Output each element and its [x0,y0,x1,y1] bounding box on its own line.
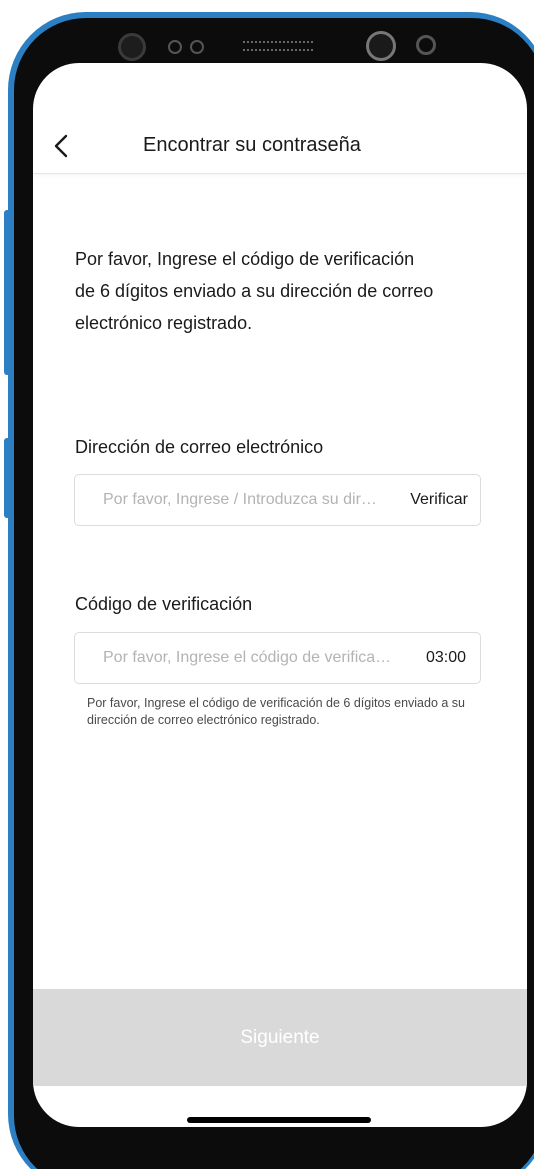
page-title: Encontrar su contraseña [143,134,361,156]
sensor-icon [190,40,204,54]
verification-code-field[interactable]: Por favor, Ingrese el código de verifica… [74,632,481,684]
camera-lens-icon [118,33,146,61]
app-screen: Encontrar su contraseña Por favor, Ingre… [33,63,527,1127]
volume-button [4,210,12,375]
verification-hint: Por favor, Ingrese el código de verifica… [87,696,466,727]
side-button [4,438,12,518]
top-bar: Encontrar su contraseña [33,63,527,174]
front-camera-icon [366,31,396,61]
email-field-placeholder[interactable]: Por favor, Ingrese / Introduzca su direc… [103,491,381,509]
email-field-label: Dirección de correo electrónico [75,437,324,457]
proximity-sensor-icon [416,35,436,55]
verify-button[interactable]: Verificar [410,491,468,509]
email-field[interactable]: Por favor, Ingrese / Introduzca su direc… [74,474,481,526]
speaker-grille [243,41,313,51]
instruction-text: Por favor, Ingrese el código de verifica… [75,249,434,333]
stage: Encontrar su contraseña Por favor, Ingre… [0,0,534,1169]
verification-code-placeholder[interactable]: Por favor, Ingrese el código de verifica… [103,649,397,667]
countdown-timer: 03:00 [425,649,466,666]
next-button[interactable]: Siguiente [33,989,527,1086]
sensor-icon [168,40,182,54]
verification-code-label: Código de verificación [75,594,253,614]
home-indicator[interactable] [187,1117,371,1123]
chevron-left-icon[interactable] [51,133,73,159]
